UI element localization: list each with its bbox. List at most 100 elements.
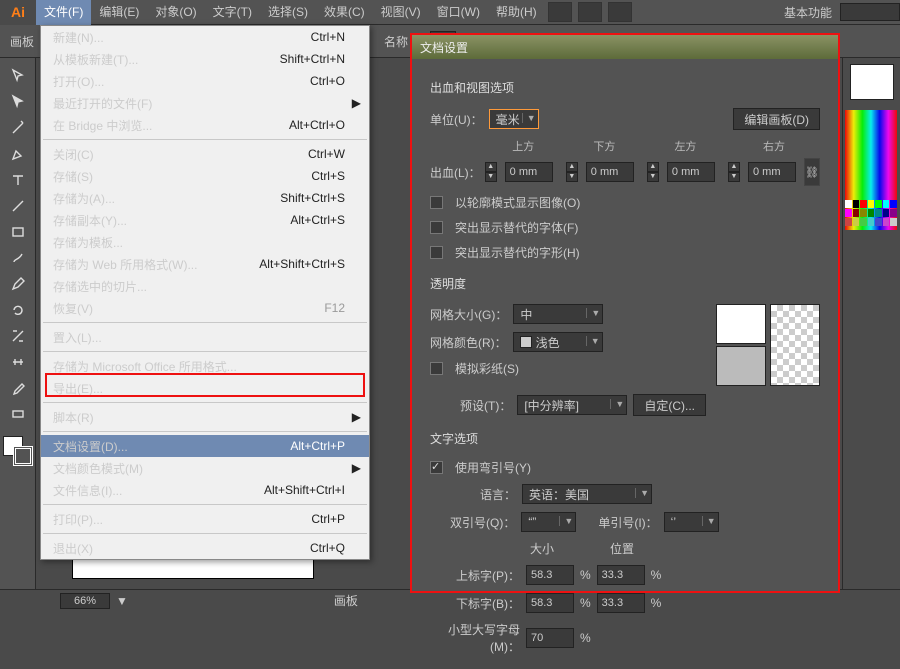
outline-images-checkbox[interactable] (430, 196, 443, 209)
arrange-icon[interactable] (608, 2, 632, 22)
zoom-field[interactable]: 66% (60, 593, 110, 609)
menu-effect[interactable]: 效果(C) (316, 0, 373, 25)
bleed-left-field[interactable]: 0 mm (667, 162, 715, 182)
bleed-top-field[interactable]: 0 mm (505, 162, 553, 182)
bleed-left-label: 左方 (647, 138, 724, 154)
simulate-paper-checkbox[interactable] (430, 362, 443, 375)
fill-stroke-icon[interactable] (3, 436, 33, 466)
app-logo: Ai (0, 0, 36, 25)
double-quote-label: 双引号(Q)： (450, 514, 515, 531)
menu-help[interactable]: 帮助(H) (488, 0, 545, 25)
menu-item[interactable]: 新建(N)...Ctrl+N (41, 26, 369, 48)
menu-item[interactable]: 存储为 Web 所用格式(W)...Alt+Shift+Ctrl+S (41, 253, 369, 275)
double-quote-select[interactable]: “”▼ (521, 512, 576, 532)
section-transparency: 透明度 (430, 275, 820, 292)
direct-select-icon[interactable] (5, 90, 31, 114)
grid-color-select[interactable]: 浅色▼ (513, 332, 603, 352)
bleed-bottom-stepper[interactable]: ▲▼ (566, 162, 578, 182)
smallcaps-label: 小型大写字母(M)： (430, 621, 520, 655)
bleed-bottom-field[interactable]: 0 mm (586, 162, 634, 182)
gradient-tool-icon[interactable] (5, 402, 31, 426)
zoom-dd-icon[interactable]: ▼ (116, 594, 128, 608)
rect-tool-icon[interactable] (5, 220, 31, 244)
menu-item[interactable]: 关闭(C)Ctrl+W (41, 143, 369, 165)
document-setup-dialog: 文档设置 出血和视图选项 单位(U)： 毫米▼ 编辑画板(D) 上方 下方 左方… (410, 33, 840, 593)
line-tool-icon[interactable] (5, 194, 31, 218)
search-input[interactable] (840, 3, 900, 21)
menu-item[interactable]: 置入(L)... (41, 326, 369, 348)
section-type: 文字选项 (430, 430, 820, 447)
superscript-size-field[interactable]: 58.3 (526, 565, 574, 585)
unit-select[interactable]: 毫米▼ (489, 109, 539, 129)
unit-label: 单位(U)： (430, 111, 483, 128)
menu-item[interactable]: 在 Bridge 中浏览...Alt+Ctrl+O (41, 114, 369, 136)
language-select[interactable]: 英语：美国▼ (522, 484, 652, 504)
menu-item[interactable]: 存储为(A)...Shift+Ctrl+S (41, 187, 369, 209)
smallcaps-field[interactable]: 70 (526, 628, 574, 648)
use-quotes-checkbox[interactable] (430, 461, 443, 474)
swatch-grid[interactable] (845, 200, 897, 280)
menu-item[interactable]: 文档颜色模式(M)▶ (41, 457, 369, 479)
custom-button[interactable]: 自定(C)... (633, 394, 706, 416)
menu-item[interactable]: 存储副本(Y)...Alt+Ctrl+S (41, 209, 369, 231)
menu-select[interactable]: 选择(S) (260, 0, 316, 25)
subscript-pos-field[interactable]: 33.3 (597, 593, 645, 613)
link-icon[interactable]: ⛓ (804, 158, 820, 186)
menu-item[interactable]: 从模板新建(T)...Shift+Ctrl+N (41, 48, 369, 70)
doc-icon[interactable] (578, 2, 602, 22)
bleed-left-stepper[interactable]: ▲▼ (647, 162, 659, 182)
highlight-fonts-checkbox[interactable] (430, 221, 443, 234)
menu-type[interactable]: 文字(T) (205, 0, 260, 25)
bleed-right-field[interactable]: 0 mm (748, 162, 796, 182)
menu-file[interactable]: 文件(F) (36, 0, 91, 25)
grid-size-select[interactable]: 中▼ (513, 304, 603, 324)
grid-color-label: 网格颜色(R)： (430, 334, 507, 351)
pencil-tool-icon[interactable] (5, 272, 31, 296)
menu-item[interactable]: 打印(P)...Ctrl+P (41, 508, 369, 530)
section-bleed-view: 出血和视图选项 (430, 79, 820, 96)
menu-item[interactable]: 打开(O)...Ctrl+O (41, 70, 369, 92)
selection-tool-icon[interactable] (5, 64, 31, 88)
menu-item[interactable]: 存储为 Microsoft Office 所用格式... (41, 355, 369, 377)
simulate-paper-label: 模拟彩纸(S) (455, 360, 519, 377)
wand-tool-icon[interactable] (5, 116, 31, 140)
menu-item[interactable]: 导出(E)... (41, 377, 369, 399)
single-quote-label: 单引号(I)： (598, 514, 657, 531)
menu-item[interactable]: 文件信息(I)...Alt+Shift+Ctrl+I (41, 479, 369, 501)
menu-item[interactable]: 退出(X)Ctrl+Q (41, 537, 369, 559)
highlight-glyphs-checkbox[interactable] (430, 246, 443, 259)
menu-item[interactable]: 存储选中的切片... (41, 275, 369, 297)
menubar: Ai 文件(F) 编辑(E) 对象(O) 文字(T) 选择(S) 效果(C) 视… (0, 0, 900, 25)
eyedrop-tool-icon[interactable] (5, 376, 31, 400)
edit-artboard-button[interactable]: 编辑画板(D) (733, 108, 820, 130)
pen-tool-icon[interactable] (5, 142, 31, 166)
subscript-label: 下标字(B)： (450, 595, 520, 612)
workspace-label[interactable]: 基本功能 (784, 4, 832, 21)
scale-tool-icon[interactable] (5, 324, 31, 348)
type-tool-icon[interactable] (5, 168, 31, 192)
brush-tool-icon[interactable] (5, 246, 31, 270)
bleed-right-stepper[interactable]: ▲▼ (728, 162, 740, 182)
bleed-grid: 上方 下方 左方 右方 出血(L)： ▲▼0 mm ▲▼0 mm ▲▼0 mm … (430, 138, 820, 186)
bleed-top-label: 上方 (485, 138, 562, 154)
bleed-top-stepper[interactable]: ▲▼ (485, 162, 497, 182)
menu-item[interactable]: 脚本(R)▶ (41, 406, 369, 428)
current-color-swatch[interactable] (850, 64, 894, 100)
menu-view[interactable]: 视图(V) (373, 0, 429, 25)
rotate-tool-icon[interactable] (5, 298, 31, 322)
preview-white (716, 304, 766, 344)
width-tool-icon[interactable] (5, 350, 31, 374)
layout-icon[interactable] (548, 2, 572, 22)
dialog-title: 文档设置 (412, 35, 838, 59)
menu-item[interactable]: 文档设置(D)...Alt+Ctrl+P (41, 435, 369, 457)
menu-item[interactable]: 存储(S)Ctrl+S (41, 165, 369, 187)
menu-item[interactable]: 存储为模板... (41, 231, 369, 253)
subscript-size-field[interactable]: 58.3 (526, 593, 574, 613)
superscript-pos-field[interactable]: 33.3 (597, 565, 645, 585)
single-quote-select[interactable]: ‘’▼ (664, 512, 719, 532)
menu-item[interactable]: 最近打开的文件(F)▶ (41, 92, 369, 114)
menu-window[interactable]: 窗口(W) (429, 0, 488, 25)
menu-object[interactable]: 对象(O) (147, 0, 204, 25)
menu-edit[interactable]: 编辑(E) (91, 0, 147, 25)
preset-select[interactable]: [中分辨率]▼ (517, 395, 627, 415)
